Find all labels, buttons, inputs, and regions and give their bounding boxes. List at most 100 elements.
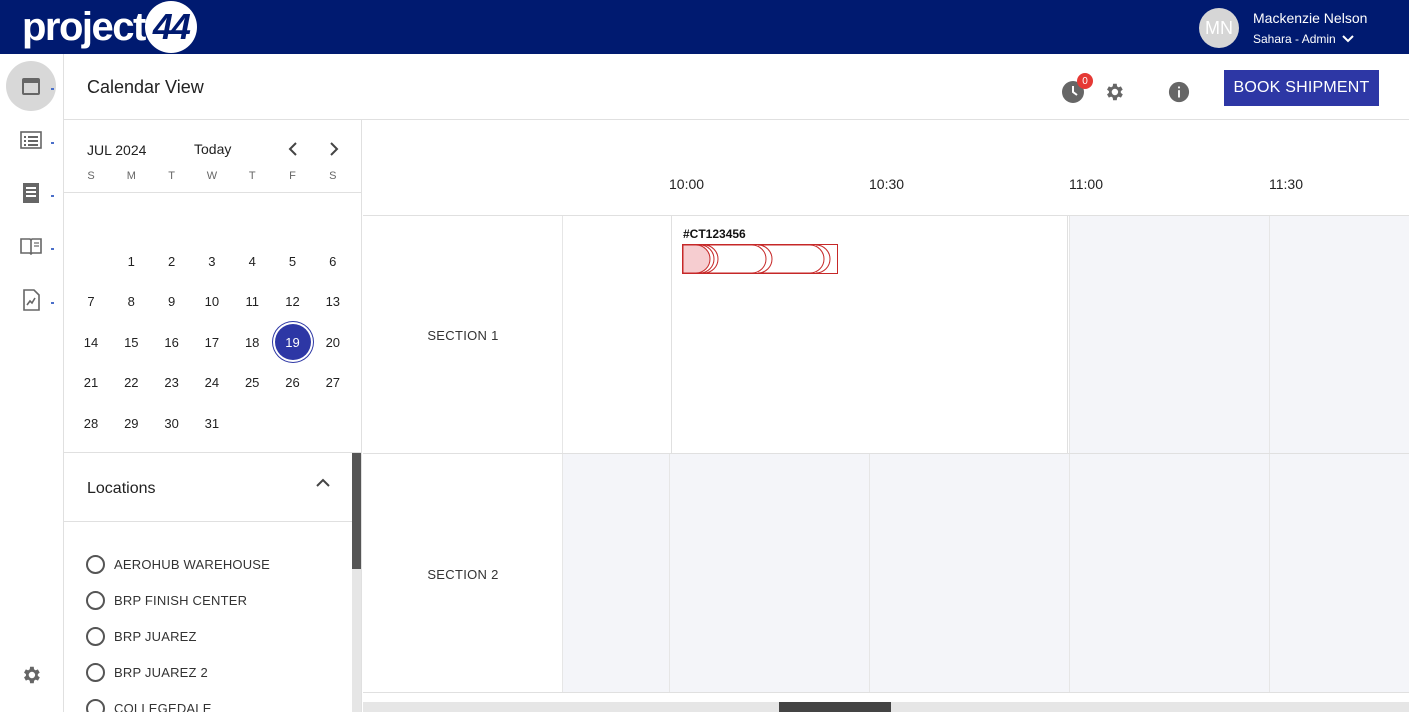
location-option[interactable]: BRP JUAREZ: [86, 625, 197, 647]
timeline-scroll-thumb[interactable]: [779, 702, 891, 712]
location-option[interactable]: AEROHUB WAREHOUSE: [86, 553, 270, 575]
time-slot[interactable]: [1069, 216, 1269, 453]
location-option[interactable]: BRP FINISH CENTER: [86, 589, 247, 611]
radio-button[interactable]: [86, 554, 105, 574]
locations-title: Locations: [87, 480, 156, 497]
calendar-day[interactable]: 2: [154, 243, 190, 279]
radio-button[interactable]: [86, 590, 105, 610]
time-slot[interactable]: [1069, 454, 1269, 692]
weekday-header: S: [329, 170, 337, 182]
nav-settings[interactable]: [6, 651, 56, 699]
today-button[interactable]: Today: [194, 141, 231, 157]
time-slot[interactable]: [1269, 454, 1409, 692]
calendar-day[interactable]: 14: [73, 324, 109, 360]
time-slot[interactable]: [869, 454, 1069, 692]
calendar-day[interactable]: 11: [234, 284, 270, 320]
calendar-day[interactable]: 15: [113, 324, 149, 360]
radio-button[interactable]: [86, 662, 105, 682]
book-shipment-button[interactable]: BOOK SHIPMENT: [1224, 70, 1379, 106]
collapse-locations-button[interactable]: [316, 475, 332, 491]
top-bar: project 44 MN Mackenzie Nelson Sahara - …: [0, 0, 1409, 54]
info-button[interactable]: [1167, 80, 1191, 104]
location-option[interactable]: BRP JUAREZ 2: [86, 661, 208, 683]
nav-reports[interactable]: [6, 276, 56, 324]
calendar-day[interactable]: 24: [194, 365, 230, 401]
calendar-day[interactable]: 5: [275, 243, 311, 279]
nav-list[interactable]: [6, 116, 56, 164]
location-option[interactable]: COLLEGEDALE: [86, 697, 212, 712]
nav-documents[interactable]: [6, 169, 56, 217]
user-role-dropdown[interactable]: Sahara - Admin: [1253, 32, 1354, 46]
booking-slot[interactable]: #CT123456: [671, 216, 1068, 453]
timeline-grid: 10:00 10:30 11:00 11:30 SECTION 1 #CT123456…: [363, 120, 1409, 712]
calendar-day[interactable]: 7: [73, 284, 109, 320]
calendar-icon: [22, 78, 40, 95]
book-icon: [20, 238, 42, 256]
calendar-day[interactable]: 18: [234, 324, 270, 360]
calendar-day-selected[interactable]: 19: [274, 324, 311, 360]
location-label: BRP JUAREZ: [114, 628, 197, 644]
calendar-day[interactable]: 29: [113, 405, 149, 441]
calendar-day[interactable]: 13: [315, 284, 351, 320]
radio-button[interactable]: [86, 626, 105, 646]
prev-month-button[interactable]: [283, 139, 303, 159]
user-name[interactable]: Mackenzie Nelson: [1253, 10, 1367, 26]
list-icon: [20, 131, 42, 149]
calendar-day[interactable]: 3: [194, 243, 230, 279]
time-label: 11:00: [1069, 176, 1103, 192]
calendar-day[interactable]: 4: [234, 243, 270, 279]
calendar-day[interactable]: 1: [113, 243, 149, 279]
calendar-day[interactable]: 16: [154, 324, 190, 360]
logo-text: project: [22, 5, 146, 49]
time-slot[interactable]: [562, 216, 671, 453]
nav-indicator: [51, 248, 54, 250]
locations-scroll-thumb[interactable]: [352, 453, 361, 569]
nav-indicator: [51, 142, 54, 144]
radio-button[interactable]: [86, 698, 105, 712]
calendar-day[interactable]: 23: [154, 365, 190, 401]
notification-badge: 0: [1077, 73, 1093, 89]
user-role-label: Sahara - Admin: [1253, 32, 1336, 46]
logo-badge: 44: [144, 1, 197, 53]
calendar-day[interactable]: 17: [194, 324, 230, 360]
calendar-day[interactable]: 28: [73, 405, 109, 441]
calendar-day[interactable]: 8: [113, 284, 149, 320]
weekday-header: M: [126, 170, 136, 182]
calendar-day[interactable]: 21: [73, 365, 109, 401]
weekday-header: F: [289, 170, 296, 182]
next-month-button[interactable]: [324, 139, 344, 159]
avatar[interactable]: MN: [1199, 8, 1239, 48]
calendar-day[interactable]: 22: [113, 365, 149, 401]
document-list-icon: [23, 183, 39, 203]
calendar-day[interactable]: 12: [275, 284, 311, 320]
calendar-day[interactable]: 25: [234, 365, 270, 401]
weekday-header: T: [248, 170, 256, 182]
time-slot[interactable]: [562, 454, 669, 692]
nav-calendar[interactable]: [6, 61, 56, 111]
calendar-day[interactable]: 9: [154, 284, 190, 320]
calendar-day[interactable]: 30: [154, 405, 190, 441]
time-slot[interactable]: [669, 454, 869, 692]
settings-button[interactable]: [1102, 80, 1126, 104]
month-label: JUL 2024: [87, 142, 147, 158]
divider: [64, 521, 352, 522]
nav-book[interactable]: [6, 222, 56, 270]
calendar-day[interactable]: 6: [315, 243, 351, 279]
calendar-day[interactable]: 27: [315, 365, 351, 401]
divider: [363, 692, 1409, 693]
calendar-day[interactable]: 20: [315, 324, 351, 360]
divider: [64, 192, 362, 193]
chevron-down-icon: [1342, 35, 1354, 43]
nav-indicator: [51, 195, 54, 197]
calendar-day[interactable]: 31: [194, 405, 230, 441]
section-label: SECTION 2: [427, 567, 499, 582]
time-slot[interactable]: [1269, 216, 1409, 453]
calendar-day[interactable]: 10: [194, 284, 230, 320]
section-label: SECTION 1: [427, 328, 499, 343]
weekday-header: S: [87, 170, 95, 182]
time-label: 11:30: [1269, 176, 1303, 192]
location-label: BRP FINISH CENTER: [114, 592, 248, 608]
project44-logo[interactable]: project 44: [22, 1, 197, 53]
calendar-day[interactable]: 26: [275, 365, 311, 401]
nav-indicator: [51, 302, 54, 304]
